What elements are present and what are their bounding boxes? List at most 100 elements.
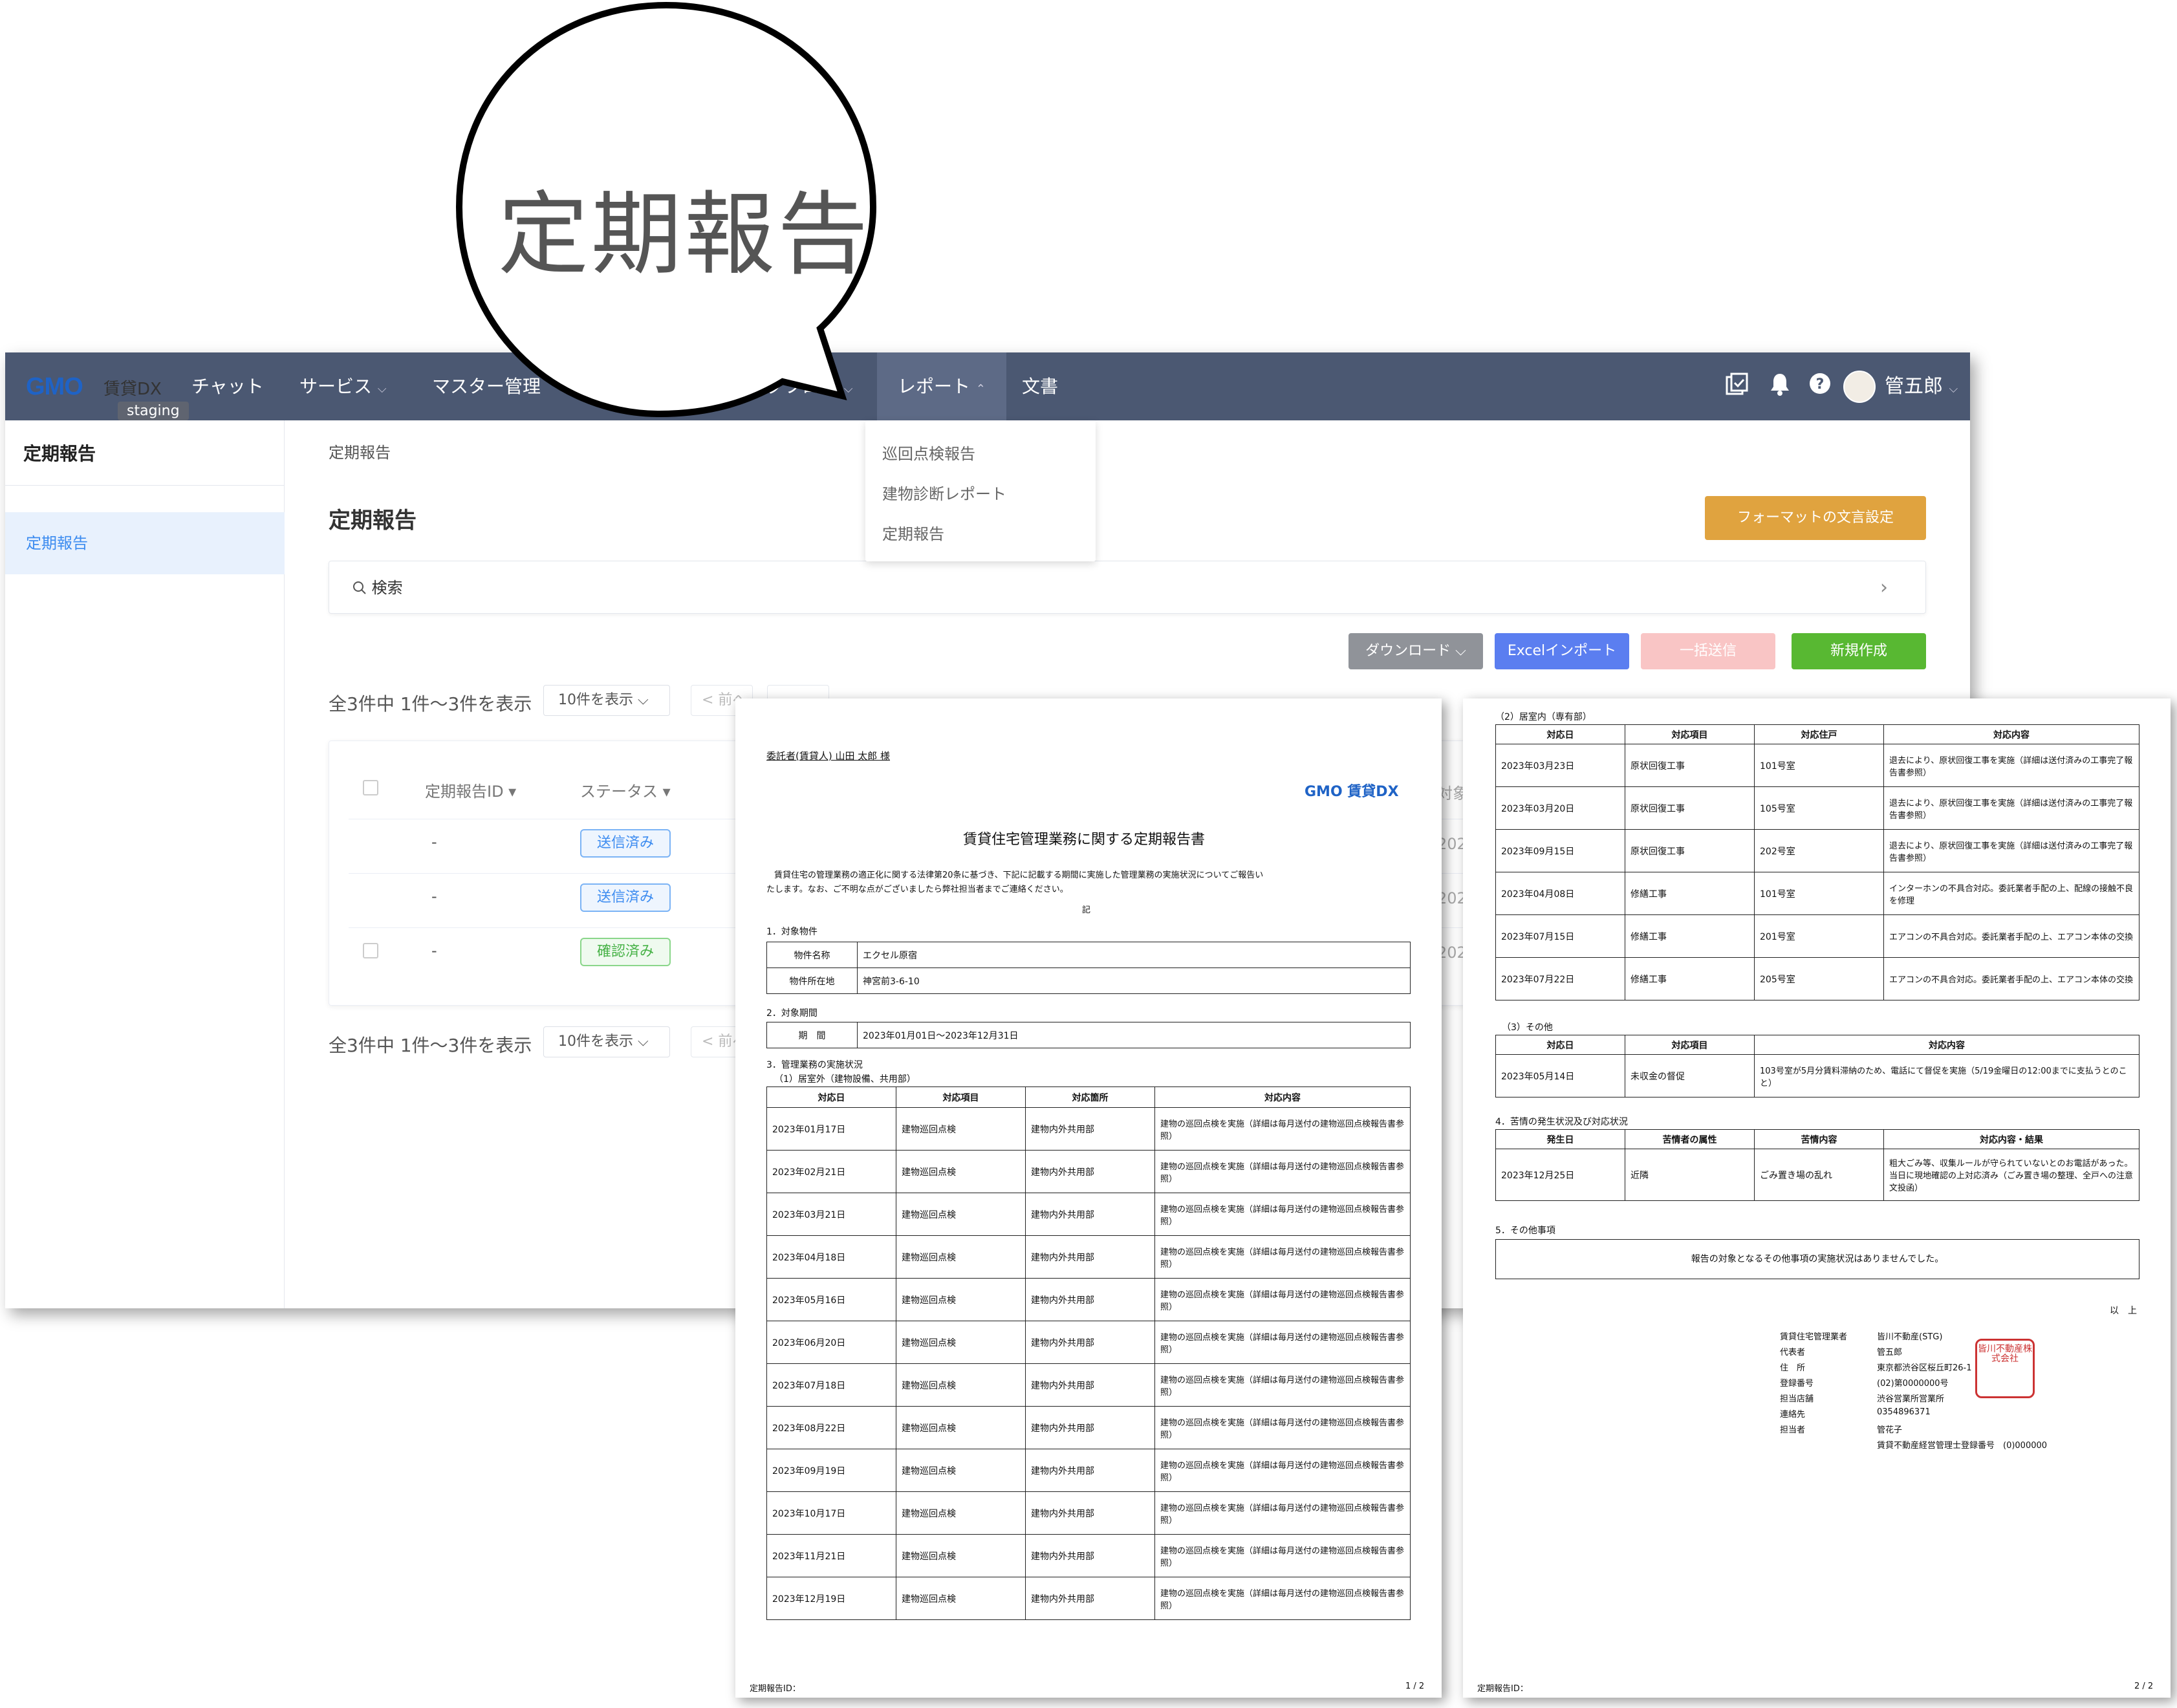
report-page-1: 委託者(賃貸人) 山田 太郎 様 GMO 賃貸DX 賃貸住宅管理業務に関する定期… (735, 698, 1442, 1698)
cell-date: 2023年02月21日 (766, 1150, 896, 1193)
bell-icon[interactable] (1766, 372, 1794, 400)
search-icon (352, 579, 372, 597)
page-size-select-bottom[interactable]: 10件を表示 ⌵ (543, 1026, 670, 1057)
signature-value: 0354896371 (1877, 1407, 1931, 1417)
cell-content: 建物の巡回点検を実施（詳細は毎月送付の建物巡回点検報告書参照） (1154, 1193, 1411, 1236)
table-row: 2023年07月22日 修繕工事 205号室 エアコンの不具合対応。委託業者手配の上、… (1495, 957, 2139, 1000)
new-create-button[interactable]: 新規作成 (1792, 633, 1926, 669)
table-row: 2023年07月18日 建物巡回点検 建物内外共用部 建物の巡回点検を実施（詳細は毎月… (766, 1363, 1411, 1407)
cell-report-id: - (431, 942, 437, 960)
cell-content: 建物の巡回点検を実施（詳細は毎月送付の建物巡回点検報告書参照） (1154, 1278, 1411, 1321)
chevron-down-icon: ⌵ (377, 382, 387, 396)
other-table: 対応日 対応項目 対応内容 2023年05月14日 未収金の督促 103号室が5月分賃料… (1495, 1035, 2139, 1097)
download-button[interactable]: ダウンロード ⌵ (1348, 633, 1483, 669)
cell-place: 建物内外共用部 (1025, 1278, 1155, 1321)
menu-item-building-diagnosis[interactable]: 建物診断レポート (882, 481, 1006, 504)
cell-item: 修繕工事 (1625, 872, 1755, 915)
table-row: 2023年02月21日 建物巡回点検 建物内外共用部 建物の巡回点検を実施（詳細は毎月… (766, 1150, 1411, 1193)
cell-item: 建物巡回点検 (896, 1577, 1026, 1620)
cell-place: 建物内外共用部 (1025, 1235, 1155, 1279)
private-area-table: 対応日 対応項目 対応住戸 対応内容 2023年03月23日 原状回復工事 101号室 退去… (1495, 724, 2139, 1000)
cell-place: 建物内外共用部 (1025, 1363, 1155, 1407)
cell-item: 建物巡回点検 (896, 1107, 1026, 1151)
cell-item: 建物巡回点検 (896, 1193, 1026, 1236)
page-title: 定期報告 (329, 508, 417, 534)
footer-report-id: 定期報告ID： (1477, 1684, 1528, 1694)
section-5: 5．その他事項 (1495, 1226, 1555, 1236)
page-size-select-top[interactable]: 10件を表示 ⌵ (543, 685, 670, 716)
menu-item-periodic-report[interactable]: 定期報告 (882, 521, 944, 544)
label: 期 間 (766, 1022, 858, 1048)
label: 物件所在地 (766, 968, 858, 994)
table-row: 2023年01月17日 建物巡回点検 建物内外共用部 建物の巡回点検を実施（詳細は毎月… (766, 1107, 1411, 1151)
report-dropdown-menu: 巡回点検報告 建物診断レポート 定期報告 (865, 420, 1096, 561)
cell-place: 建物内外共用部 (1025, 1150, 1155, 1193)
doc-intro-line1: 賃貸住宅の管理業務の適正化に関する法律第20条に基づき、下記に記載する期間に実施… (774, 870, 1264, 880)
cell-date: 2023年01月17日 (766, 1107, 896, 1151)
bulk-send-button[interactable]: 一括送信 (1641, 633, 1775, 669)
search-bar[interactable]: 検索 › (329, 561, 1926, 614)
column-report-id[interactable]: 定期報告ID ▾ (425, 779, 516, 801)
cell-date: 2023年09月19日 (766, 1449, 896, 1492)
cell-item: 原状回復工事 (1625, 829, 1755, 872)
cell-item: 建物巡回点検 (896, 1363, 1026, 1407)
table-row: 2023年03月21日 建物巡回点検 建物内外共用部 建物の巡回点検を実施（詳細は毎月… (766, 1193, 1411, 1236)
signature-label: 代表者 (1780, 1348, 1806, 1357)
nav-documents[interactable]: 文書 (1022, 352, 1058, 420)
excel-import-button[interactable]: Excelインポート (1495, 633, 1629, 669)
help-icon[interactable]: ? (1806, 372, 1834, 400)
signature-value: 渋谷営業所営業所 (1877, 1394, 1945, 1404)
page-number: 2 / 2 (2134, 1681, 2154, 1691)
signature-label: 登録番号 (1780, 1379, 1814, 1389)
signature-value: 管五郎 (1877, 1348, 1903, 1357)
cell-unit: 105号室 (1754, 786, 1884, 830)
nav-chat[interactable]: チャット (191, 352, 264, 420)
doc-logo: GMO 賃貸DX (1305, 784, 1399, 800)
nav-report[interactable]: レポート ⌃ (877, 352, 1006, 420)
row-checkbox[interactable] (363, 943, 378, 958)
cell-date: 2023年04月08日 (1495, 872, 1625, 915)
user-menu[interactable]: 管五郎 ⌵ (1885, 352, 1958, 420)
task-check-icon[interactable] (1723, 372, 1751, 400)
cell-item: 修繕工事 (1625, 957, 1755, 1000)
table-row: 2023年03月23日 原状回復工事 101号室 退去により、原状回復工事を実施（詳細… (1495, 744, 2139, 787)
nav-service[interactable]: サービス ⌵ (299, 352, 387, 420)
breadcrumb[interactable]: 定期報告 (329, 440, 391, 462)
gmo-logo[interactable]: GMO 賃貸DX staging (21, 367, 189, 420)
table-row: 2023年07月15日 修繕工事 201号室 エアコンの不具合対応。委託業者手配の上、… (1495, 914, 2139, 958)
env-badge: staging (118, 402, 189, 420)
signature-value: 皆川不動産(STG) (1877, 1332, 1943, 1342)
common-area-table: 対応日 対応項目 対応箇所 対応内容 2023年01月17日 建物巡回点検 建物内外共用部… (766, 1086, 1411, 1620)
pager-summary-bottom: 全3件中 1件〜3件を表示 (329, 1035, 532, 1056)
cell-content: エアコンの不具合対応。委託業者手配の上、エアコン本体の交換 (1883, 957, 2139, 1000)
user-avatar[interactable] (1843, 371, 1876, 403)
chevron-down-icon: ⌵ (1949, 382, 1958, 396)
cell-report-id: - (431, 887, 437, 905)
signature-value: 賃貸不動産経営管理士登録番号 (0)000000 (1877, 1441, 2048, 1451)
cell-content: 建物の巡回点検を実施（詳細は毎月送付の建物巡回点検報告書参照） (1154, 1150, 1411, 1193)
cell-place: 建物内外共用部 (1025, 1193, 1155, 1236)
section-1: 1．対象物件 (766, 927, 818, 937)
logo-text: GMO (26, 373, 83, 400)
cell-date: 2023年04月18日 (766, 1235, 896, 1279)
bubble-text: 定期報告 (498, 182, 871, 288)
signature-label: 住 所 (1780, 1363, 1806, 1373)
chevron-right-icon[interactable]: › (1880, 561, 1888, 614)
section-4: 4．苦情の発生状況及び対応状況 (1495, 1117, 1628, 1127)
cell-content: 建物の巡回点検を実施（詳細は毎月送付の建物巡回点検報告書参照） (1154, 1321, 1411, 1364)
format-text-button[interactable]: フォーマットの文言設定 (1705, 496, 1926, 540)
cell-item: 建物巡回点検 (896, 1406, 1026, 1449)
cell-item: 建物巡回点検 (896, 1150, 1026, 1193)
menu-item-patrol-report[interactable]: 巡回点検報告 (882, 441, 975, 464)
cell-content: 建物の巡回点検を実施（詳細は毎月送付の建物巡回点検報告書参照） (1154, 1577, 1411, 1620)
sidebar-item-periodic-report[interactable]: 定期報告 (5, 512, 285, 574)
select-all-checkbox[interactable] (363, 780, 378, 795)
cell-place: 建物内外共用部 (1025, 1449, 1155, 1492)
table-row: 2023年04月18日 建物巡回点検 建物内外共用部 建物の巡回点検を実施（詳細は毎月… (766, 1235, 1411, 1279)
cell-date: 2023年11月21日 (766, 1534, 896, 1577)
cell-content: 退去により、原状回復工事を実施（詳細は送付済みの工事完了報告書参照） (1883, 744, 2139, 787)
status-badge: 送信済み (580, 883, 671, 912)
cell-place: 建物内外共用部 (1025, 1491, 1155, 1535)
table-row: 2023年10月17日 建物巡回点検 建物内外共用部 建物の巡回点検を実施（詳細は毎月… (766, 1491, 1411, 1535)
column-status[interactable]: ステータス ▾ (580, 779, 671, 801)
